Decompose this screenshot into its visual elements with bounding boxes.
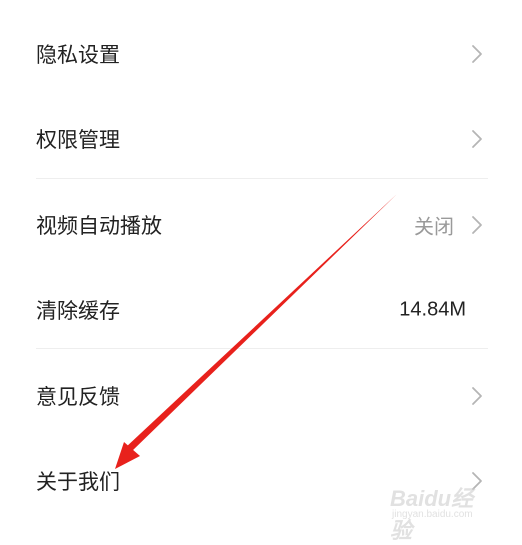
chevron-right-icon xyxy=(472,45,482,63)
settings-item-label: 视频自动播放 xyxy=(36,214,162,238)
settings-item-label: 隐私设置 xyxy=(36,43,120,67)
settings-item-label: 权限管理 xyxy=(36,128,120,152)
settings-item-permissions[interactable]: 权限管理 xyxy=(0,109,522,169)
settings-item-privacy[interactable]: 隐私设置 xyxy=(0,24,522,84)
watermark-url: jingyan.baidu.com xyxy=(392,509,473,520)
settings-item-video-autoplay[interactable]: 视频自动播放 关闭 xyxy=(0,195,522,255)
chevron-right-icon xyxy=(472,216,482,234)
baidu-jingyan-watermark: Baidu经验 jingyan.baidu.com xyxy=(390,481,494,543)
chevron-right-icon xyxy=(472,387,482,405)
settings-item-label: 清除缓存 xyxy=(36,299,120,323)
section-divider xyxy=(36,348,488,349)
settings-item-feedback[interactable]: 意见反馈 xyxy=(0,366,522,426)
autoplay-status-value: 关闭 xyxy=(414,214,454,239)
section-divider xyxy=(36,178,488,179)
settings-item-label: 意见反馈 xyxy=(36,385,120,409)
settings-item-label: 关于我们 xyxy=(36,470,120,494)
cache-size-value: 14.84M xyxy=(399,298,466,321)
chevron-right-icon xyxy=(472,130,482,148)
settings-item-clear-cache[interactable]: 清除缓存 14.84M xyxy=(0,280,522,340)
